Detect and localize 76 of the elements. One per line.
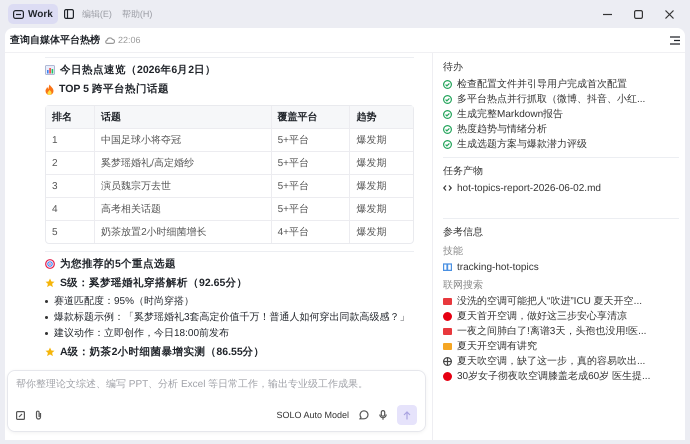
- table-cell: 高考相关话题: [95, 197, 272, 220]
- table-cell: 5+平台: [272, 174, 350, 197]
- table-cell: 5: [46, 220, 96, 243]
- table-cell: 爆发期: [350, 174, 413, 197]
- column-header: 排名: [46, 106, 96, 128]
- table-cell: 爆发期: [350, 220, 413, 243]
- table-cell: 奚梦瑶婚礼/高定婚纱: [95, 151, 272, 174]
- table-cell: 4: [46, 197, 96, 220]
- bullet-icon: [45, 316, 48, 319]
- work-tab[interactable]: Work: [8, 4, 58, 24]
- search-result-link[interactable]: 没洗的空调可能把人“吹进”ICU 夏天开空...: [457, 296, 642, 308]
- section-heading: 今日热点速览（2026年6月2日）: [60, 63, 216, 77]
- conversation-title: 查询自媒体平台热榜: [10, 34, 100, 47]
- todo-item: 热度趋势与情绪分析: [457, 124, 547, 136]
- bullet-text: 爆款标题示例：「奚梦瑶婚礼3套高定价值千万！普通人如何穿出同款高级感？」: [54, 311, 410, 324]
- search-result-link[interactable]: 30岁女子彻夜吹空调膝盖老成60岁 医生提...: [457, 371, 650, 383]
- bullet-text: 赛道匹配度：95%（时尚穿搭）: [54, 295, 194, 308]
- code-icon: [443, 184, 452, 192]
- table-cell: 爆发期: [350, 128, 413, 151]
- table-cell: 奶茶放置2小时细菌增长: [95, 220, 272, 243]
- section-title: 待办: [443, 60, 464, 74]
- panel-toggle-icon[interactable]: [670, 36, 680, 44]
- microphone-icon[interactable]: [379, 410, 387, 420]
- section-heading: 为您推荐的5个重点选题: [60, 257, 176, 271]
- todo-item: 生成选题方案与爆款潜力评级: [457, 139, 587, 151]
- book-icon: [443, 263, 452, 271]
- model-selector[interactable]: SOLO Auto Model: [276, 410, 349, 420]
- column-header: 覆盖平台: [272, 106, 350, 128]
- message-composer[interactable]: 帮你整理论文综述、编写 PPT、分析 Excel 等日常工作，输出专业级工作成果。 SOLO Auto Model: [7, 370, 426, 432]
- subsection-title: 联网搜索: [443, 278, 484, 292]
- app-icon: [13, 10, 24, 18]
- section-heading: TOP 5 跨平台热门话题: [59, 82, 169, 96]
- timestamp: 22:06: [118, 35, 141, 45]
- search-result-link[interactable]: 一夜之间肺白了!离谱3天，头孢也没用!医...: [457, 326, 646, 338]
- search-result-link[interactable]: 夏天开空调有讲究: [457, 341, 537, 353]
- target-icon: [45, 259, 55, 269]
- file-link[interactable]: hot-topics-report-2026-06-02.md: [457, 183, 601, 195]
- maximize-icon: [634, 10, 643, 18]
- skill-link[interactable]: tracking-hot-topics: [457, 262, 539, 274]
- star-icon: [45, 278, 55, 288]
- chat-bubble-icon[interactable]: [359, 410, 369, 420]
- topic-heading: A级：奶茶2小时细菌暴增实测（86.55分）: [60, 345, 265, 359]
- arrow-up-icon: [403, 410, 411, 420]
- search-result-link[interactable]: 夏天首开空调，做好这三步安心享清凉: [457, 311, 627, 323]
- bar-chart-icon: [45, 65, 55, 75]
- table-cell: 爆发期: [350, 151, 413, 174]
- table-cell: 3: [46, 174, 96, 197]
- todo-item: 多平台热点并行抓取（微博、抖音、小红...: [457, 94, 646, 106]
- table-cell: 4+平台: [272, 220, 350, 243]
- todo-item: 生成完整Markdown报告: [457, 109, 564, 121]
- column-header: 趋势: [350, 106, 413, 128]
- topic-heading: S级：奚梦瑶婚礼穿搭解析（92.65分）: [60, 276, 248, 290]
- table-cell: 中国足球小将夺冠: [95, 128, 272, 151]
- table-cell: 爆发期: [350, 197, 413, 220]
- star-icon: [45, 347, 55, 357]
- column-header: 话题: [95, 106, 272, 128]
- section-title: 参考信息: [443, 226, 484, 239]
- bullet-text: 建议动作：立即创作，今日18:00前发布: [54, 327, 230, 340]
- table-cell: 1: [46, 128, 96, 151]
- close-icon: [665, 10, 674, 18]
- fire-icon: [45, 84, 54, 94]
- bullet-icon: [45, 332, 48, 335]
- sidebar-toggle-icon[interactable]: [64, 9, 74, 19]
- table-cell: 演员魏宗万去世: [95, 174, 272, 197]
- table-cell: 5+平台: [272, 128, 350, 151]
- table-cell: 5+平台: [272, 197, 350, 220]
- section-title: 任务产物: [443, 164, 484, 178]
- table-cell: 2: [46, 151, 96, 174]
- search-result-link[interactable]: 夏天吹空调，缺了这一步，真的容易吹出...: [457, 356, 646, 368]
- bullet-icon: [45, 300, 48, 303]
- subsection-title: 技能: [443, 244, 464, 258]
- todo-item: 检查配置文件并引导用户完成首次配置: [457, 79, 627, 91]
- cloud-icon: [105, 36, 115, 44]
- table-cell: 5+平台: [272, 151, 350, 174]
- note-icon[interactable]: [16, 410, 25, 420]
- paperclip-icon[interactable]: [35, 410, 42, 420]
